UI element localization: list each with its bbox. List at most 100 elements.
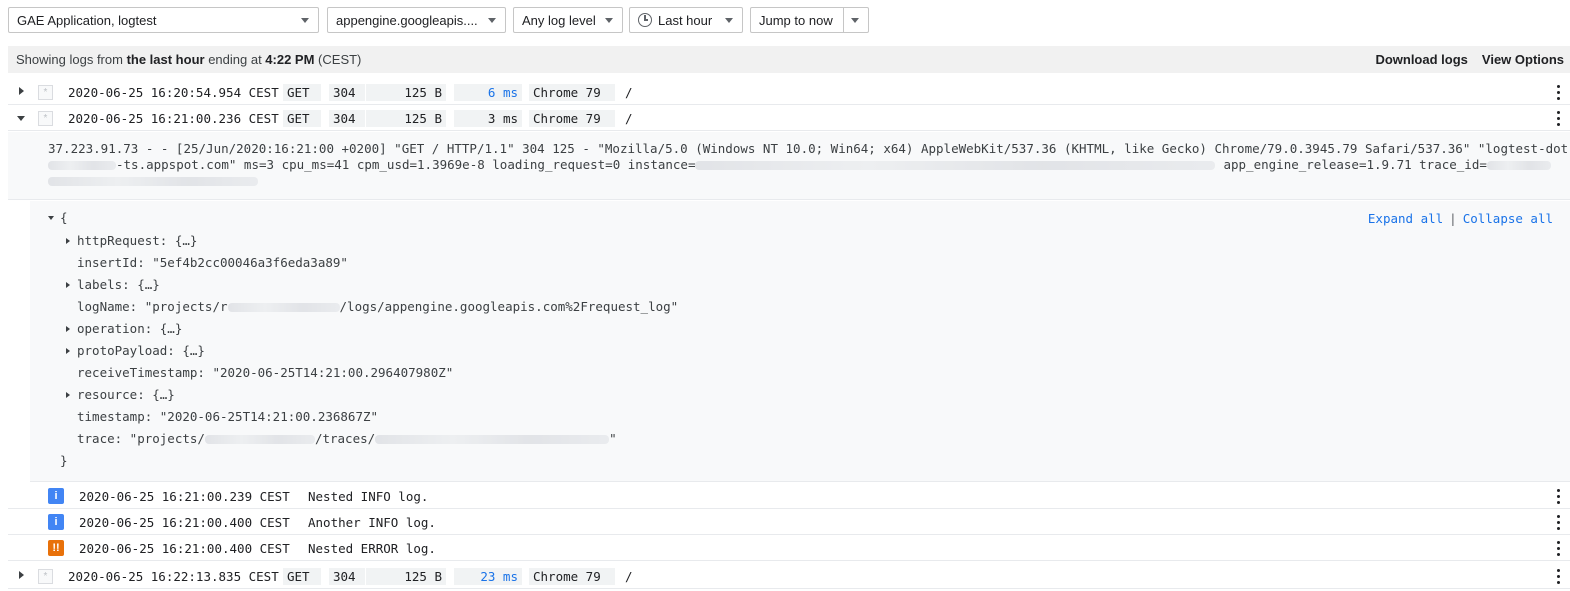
view-options-button[interactable]: View Options [1482,52,1564,67]
json-field-timestamp: timestamp: "2020-06-25T14:21:00.236867Z" [77,408,378,426]
entry-timestamp: 2020-06-25 16:20:54.954 CEST [68,85,279,100]
redacted-text [1486,161,1551,170]
collapse-arrow-icon[interactable] [48,216,54,220]
chevron-down-icon [488,18,496,23]
field-text: timestamp: "2020-06-25T14:21:00.236867Z" [77,409,379,424]
more-vert-icon[interactable] [1557,85,1560,100]
more-vert-icon[interactable] [1557,489,1560,504]
log-entry-row[interactable]: * 2020-06-25 16:20:54.954 CEST GET 304 1… [8,79,1570,105]
resource-label: GAE Application, logtest [17,12,157,28]
entry-size: 125 B [366,84,446,101]
raw-line-2: -ts.appspot.com" ms=3 cpu_ms=41 cpm_usd=… [48,157,1570,173]
info-severity-icon: i [48,514,64,530]
json-payload-panel: { Expand all | Collapse all httpRequest: {… [30,201,1570,482]
entry-user-agent: Chrome 79 [529,84,615,101]
severity-default-icon: * [38,569,53,584]
log-source-label: appengine.googleapis.... [336,12,478,28]
expand-arrow-icon[interactable] [66,326,70,332]
redacted-text [375,435,610,444]
entry-status: 304 [329,568,365,585]
entry-latency: 6 ms [454,84,522,101]
field-text-b: /logs/appengine.googleapis.com%2Frequest… [339,299,679,314]
field-text: labels: {…} [77,277,160,292]
nested-log-message: Nested INFO log. [308,489,429,504]
more-vert-icon[interactable] [1557,515,1560,530]
raw-log-text: 37.223.91.73 - - [25/Jun/2020:16:21:00 +… [8,132,1570,200]
expand-arrow-icon[interactable] [19,87,24,95]
entry-method: GET [283,84,321,101]
jump-to-now-button[interactable]: Jump to now [759,13,833,28]
jump-options-dropdown[interactable] [851,18,859,23]
json-field-operation[interactable]: operation: {…} [66,320,183,338]
field-text: protoPayload: {…} [77,343,205,358]
jump-to-now-group: Jump to now [750,7,869,33]
entry-timestamp: 2020-06-25 16:22:13.835 CEST [68,569,279,584]
entry-user-agent: Chrome 79 [529,568,615,585]
chevron-down-icon [605,18,613,23]
more-vert-icon[interactable] [1557,111,1560,126]
collapse-arrow-icon[interactable] [17,116,25,121]
divider [843,8,844,32]
more-vert-icon[interactable] [1557,541,1560,556]
field-text: receiveTimestamp: "2020-06-25T14:21:00.2… [77,365,454,380]
redacted-text [227,303,340,312]
log-entry-row[interactable]: * 2020-06-25 16:22:13.835 CEST GET 304 1… [8,563,1570,589]
field-text: logName: "projects/r [77,299,228,314]
json-field-httprequest[interactable]: httpRequest: {…} [66,232,198,250]
json-field-trace: trace: "projects/ /traces/ " [77,430,617,448]
nested-log-row[interactable]: !! 2020-06-25 16:21:00.400 CEST Nested E… [8,535,1570,561]
entry-latency: 3 ms [454,110,522,127]
time-range-label: Last hour [658,12,713,28]
link-separator: | [1449,211,1457,226]
nested-log-timestamp: 2020-06-25 16:21:00.400 CEST [79,541,290,556]
field-text: httpRequest: {…} [77,233,198,248]
error-severity-icon: !! [48,540,64,556]
json-field-resource[interactable]: resource: {…} [66,386,175,404]
entry-path: / [625,569,633,584]
time-range-selector[interactable]: Last hour [629,7,743,33]
collapse-all-link[interactable]: Collapse all [1463,211,1553,226]
log-level-label: Any log level [522,12,596,28]
expand-arrow-icon[interactable] [66,348,70,354]
raw-line-3 [48,173,1570,189]
field-text: insertId: "5ef4b2cc00046a3f6eda3a89" [77,255,348,270]
json-field-insertid: insertId: "5ef4b2cc00046a3f6eda3a89" [77,254,348,272]
json-field-logname: logName: "projects/r/logs/appengine.goog… [77,298,678,316]
field-text: trace: "projects/ [77,431,205,446]
download-logs-button[interactable]: Download logs [1375,52,1467,67]
nested-log-row[interactable]: i 2020-06-25 16:21:00.400 CEST Another I… [8,509,1570,535]
log-entry-row-expanded[interactable]: * 2020-06-25 16:21:00.236 CEST GET 304 1… [8,105,1570,131]
expand-arrow-icon[interactable] [66,392,70,398]
raw-line-1: 37.223.91.73 - - [25/Jun/2020:16:21:00 +… [48,141,1570,157]
log-source-selector[interactable]: appengine.googleapis.... [327,7,506,33]
redacted-text [204,435,315,444]
nested-log-message: Another INFO log. [308,515,436,530]
json-links: Expand all | Collapse all [1368,211,1553,226]
entry-status: 304 [329,84,365,101]
log-level-selector[interactable]: Any log level [513,7,623,33]
chevron-down-icon [725,18,733,23]
more-vert-icon[interactable] [1557,569,1560,584]
expand-arrow-icon[interactable] [66,282,70,288]
json-field-protopayload[interactable]: protoPayload: {…} [66,342,205,360]
json-field-receivetimestamp: receiveTimestamp: "2020-06-25T14:21:00.2… [77,364,453,382]
resource-selector[interactable]: GAE Application, logtest [8,7,319,33]
header-prefix: Showing logs from [16,52,127,67]
entry-latency: 23 ms [454,568,522,585]
entry-user-agent: Chrome 79 [529,110,615,127]
logs-header: Showing logs from the last hour ending a… [8,46,1570,73]
json-field-labels[interactable]: labels: {…} [66,276,160,294]
raw-line-2-text: -ts.appspot.com" ms=3 cpu_ms=41 cpm_usd=… [116,157,696,172]
json-close-brace: } [60,453,68,468]
field-text: operation: {…} [77,321,183,336]
chevron-down-icon [301,18,309,23]
json-open-brace: { [60,210,68,225]
entry-method: GET [283,110,321,127]
severity-default-icon: * [38,111,53,126]
expand-all-link[interactable]: Expand all [1368,211,1443,226]
expand-arrow-icon[interactable] [19,571,24,579]
expand-arrow-icon[interactable] [66,238,70,244]
nested-log-row[interactable]: i 2020-06-25 16:21:00.239 CEST Nested IN… [8,483,1570,509]
nested-log-message: Nested ERROR log. [308,541,436,556]
nested-log-timestamp: 2020-06-25 16:21:00.400 CEST [79,515,290,530]
